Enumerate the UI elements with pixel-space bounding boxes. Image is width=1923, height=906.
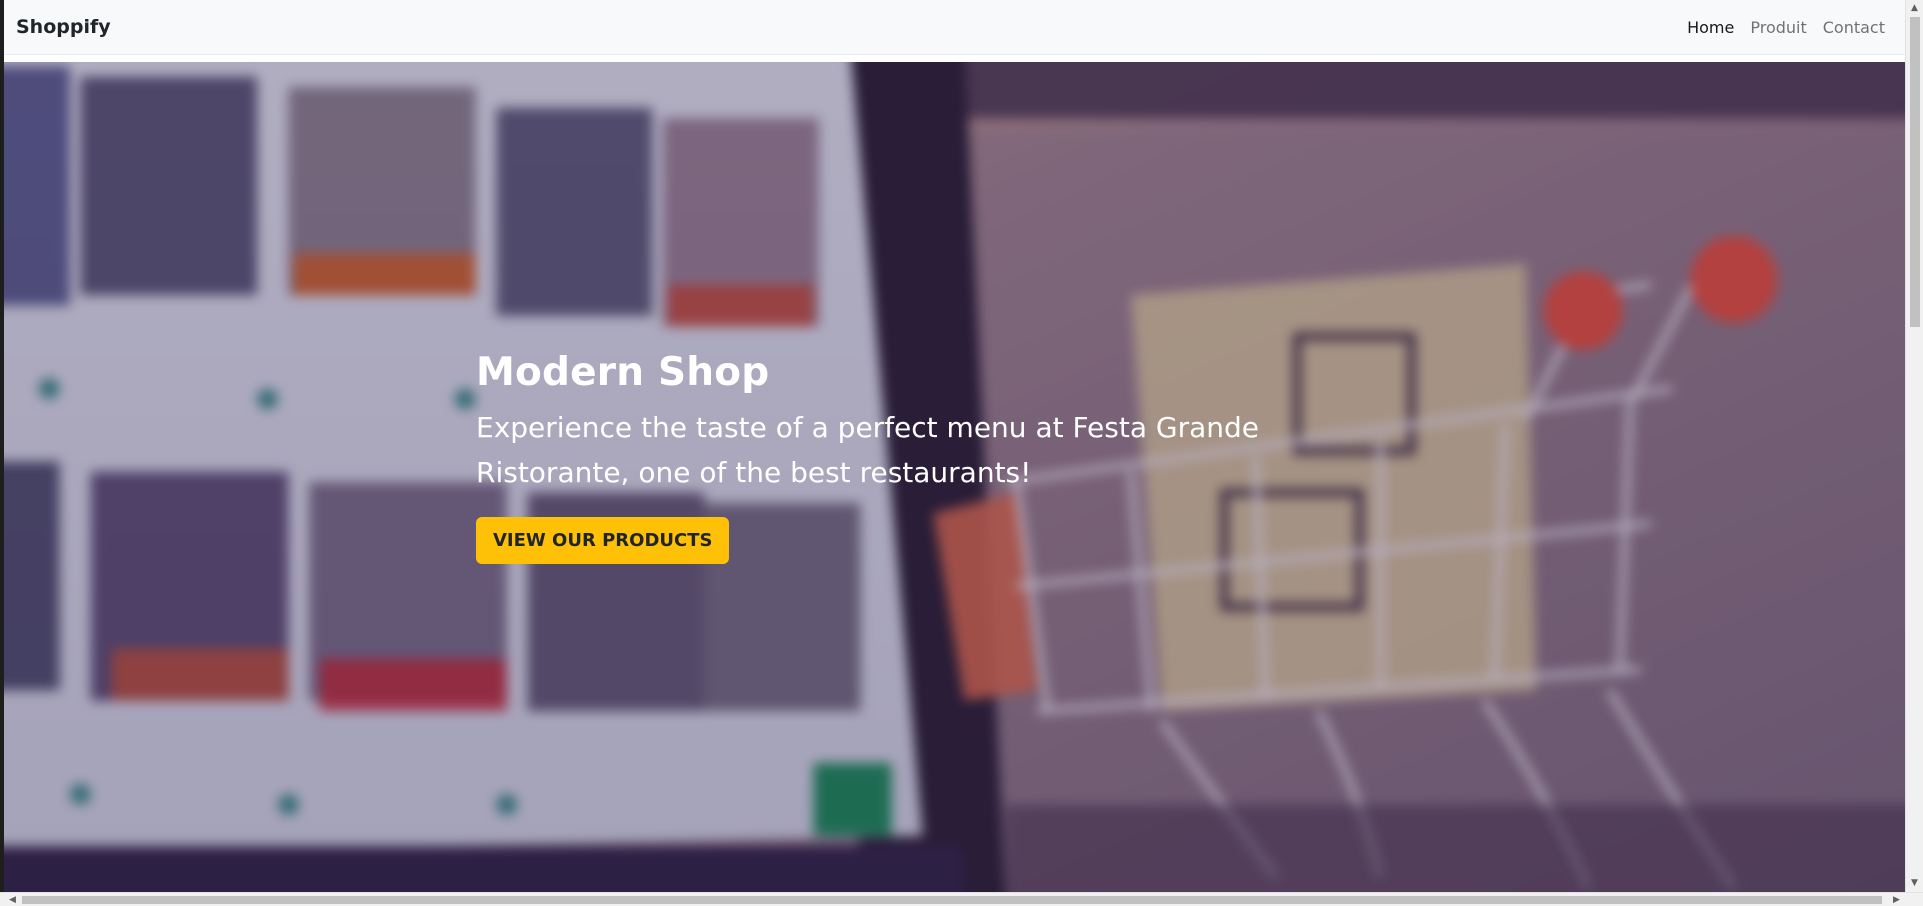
nav-links: Home Produit Contact — [1679, 10, 1893, 45]
brand-logo[interactable]: Shoppify — [16, 16, 111, 38]
scrollbar-corner — [1905, 893, 1923, 906]
window-edge — [0, 0, 4, 906]
nav-link-home[interactable]: Home — [1679, 10, 1742, 45]
horizontal-scrollbar[interactable]: ◀ ▶ — [0, 892, 1923, 906]
nav-link-contact[interactable]: Contact — [1815, 10, 1893, 45]
scroll-left-icon[interactable]: ◀ — [4, 893, 21, 906]
vertical-scroll-thumb[interactable] — [1910, 17, 1920, 327]
browser-viewport: Shoppify Home Produit Contact Modern Sho… — [0, 0, 1923, 906]
hero-description: Experience the taste of a perfect menu a… — [476, 411, 1260, 489]
vertical-scrollbar[interactable]: ▲ ▼ — [1905, 0, 1923, 892]
hero-content: Modern Shop Experience the taste of a pe… — [476, 350, 1436, 564]
scroll-down-icon[interactable]: ▼ — [1906, 875, 1923, 892]
nav-link-produit[interactable]: Produit — [1742, 10, 1814, 45]
hero-title: Modern Shop — [476, 350, 770, 395]
navbar: Shoppify Home Produit Contact — [4, 0, 1905, 55]
view-products-button[interactable]: VIEW OUR PRODUCTS — [476, 517, 730, 564]
scroll-right-icon[interactable]: ▶ — [1888, 893, 1905, 906]
scroll-up-icon[interactable]: ▲ — [1906, 0, 1923, 17]
horizontal-scroll-thumb[interactable] — [22, 896, 1882, 904]
